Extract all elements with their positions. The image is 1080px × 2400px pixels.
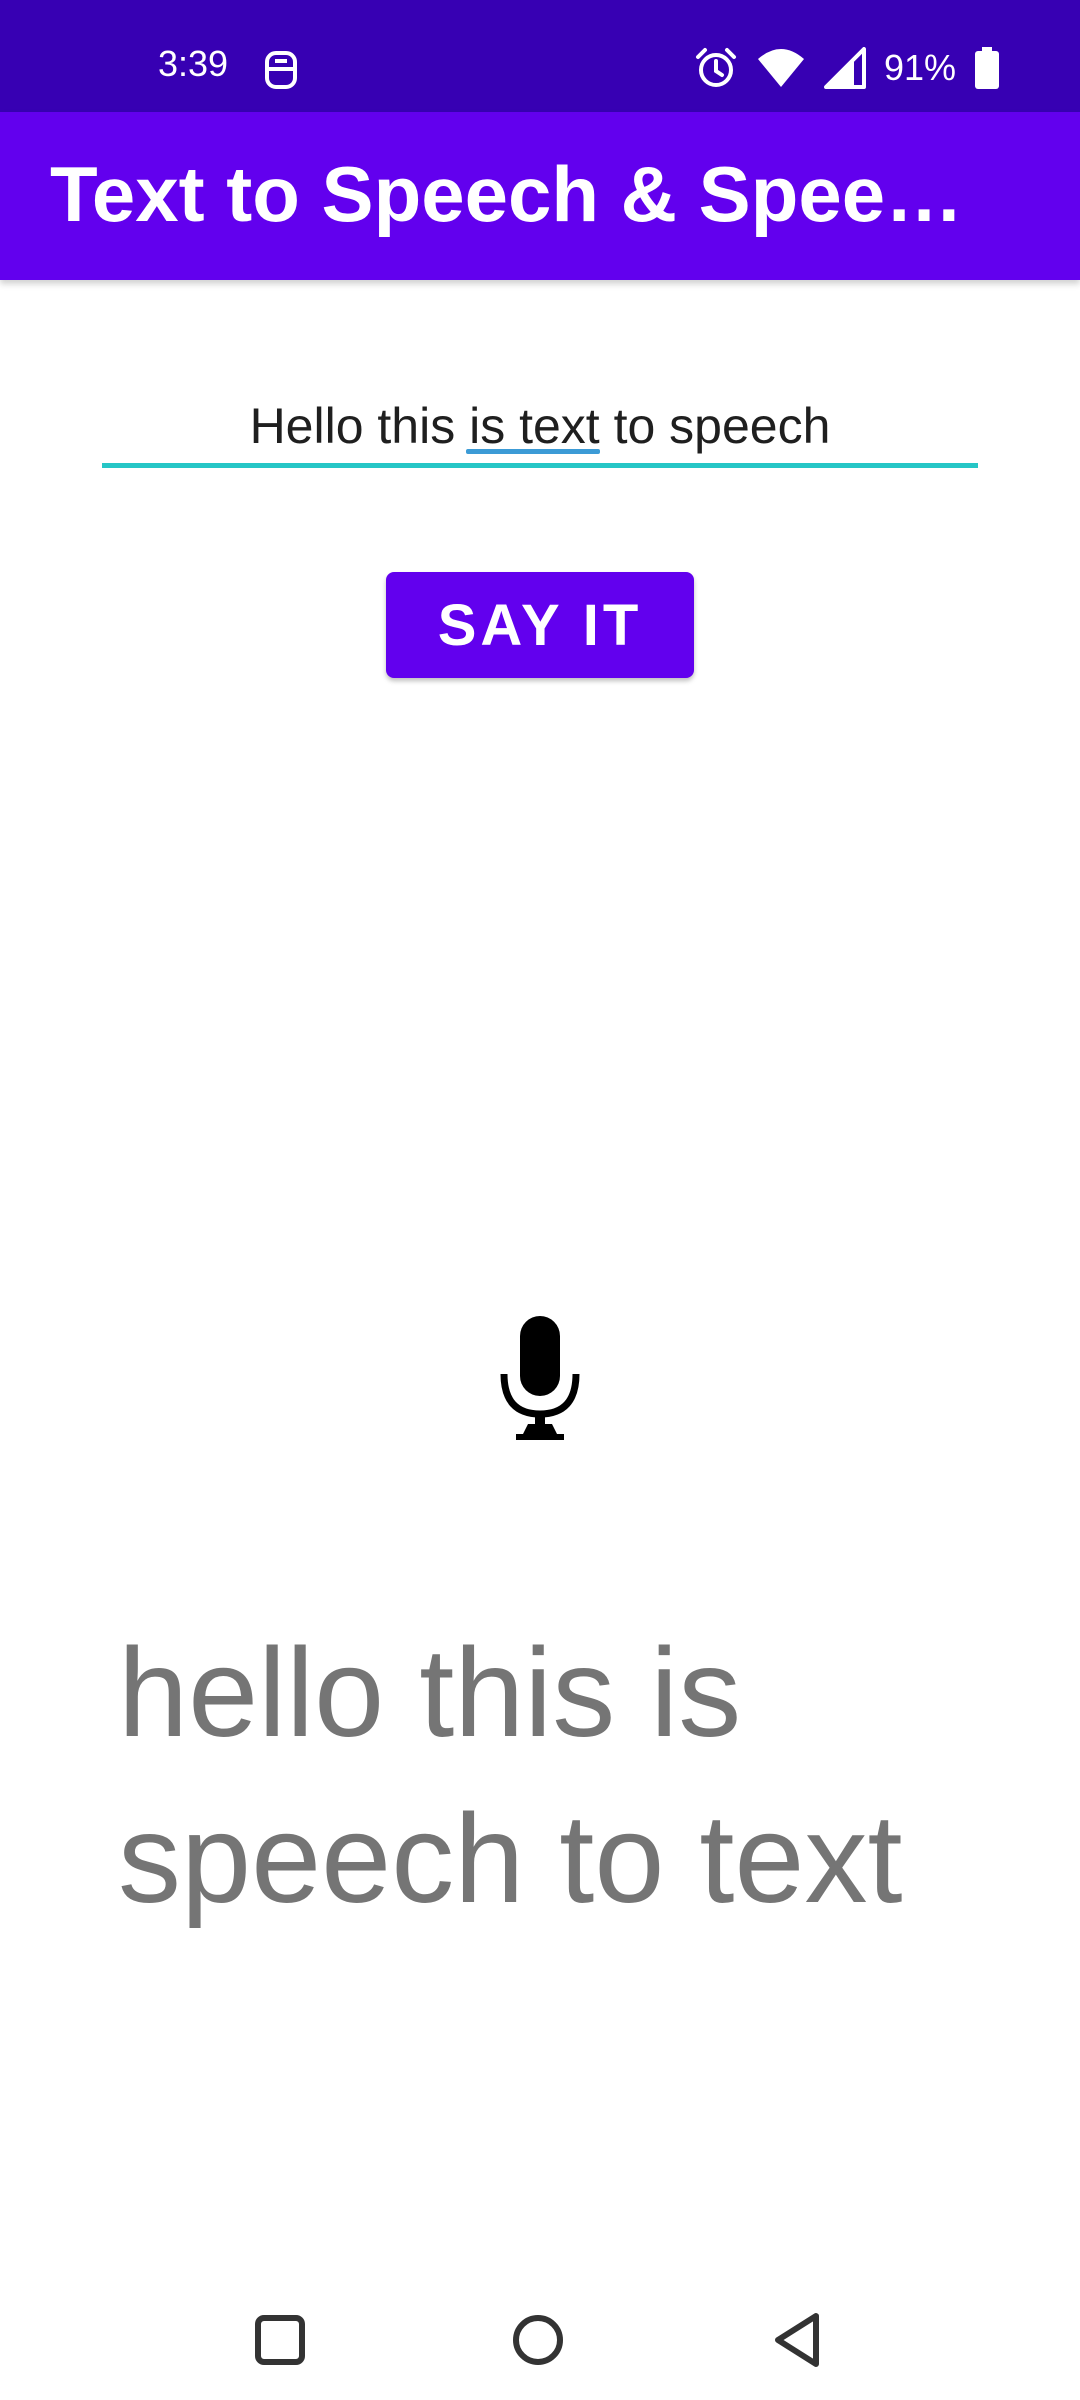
home-circle-icon [513,2315,563,2365]
screen: 3:39 91% Text to Speech & Speech Hello t… [0,0,1080,2400]
microphone-icon [500,1316,580,1440]
speech-to-text-result: hello this is speech to text [118,1622,903,1929]
signal-icon [823,47,866,89]
app-bar: Text to Speech & Speech to Text [0,112,1080,280]
back-triangle-icon [775,2313,819,2367]
say-it-button[interactable]: SAY IT [386,572,694,678]
text-to-speech-input[interactable] [102,388,978,468]
back-button[interactable] [766,2308,830,2372]
status-bar: 3:39 91% [0,0,1080,112]
battery-icon [974,47,1000,89]
spellcheck-underline [466,449,600,454]
app-notification-icon [262,50,300,90]
app-title: Text to Speech & Speech to Text [50,150,970,238]
battery-percent: 91% [883,47,956,88]
recents-button[interactable] [248,2308,312,2372]
status-time: 3:39 [158,43,229,84]
microphone-button[interactable] [488,1312,592,1442]
navigation-bar [0,2280,1080,2400]
wifi-icon [756,47,806,89]
alarm-icon [694,46,738,90]
status-icons: 91% [694,46,1000,90]
home-button[interactable] [506,2308,570,2372]
recents-square-icon [255,2315,305,2365]
